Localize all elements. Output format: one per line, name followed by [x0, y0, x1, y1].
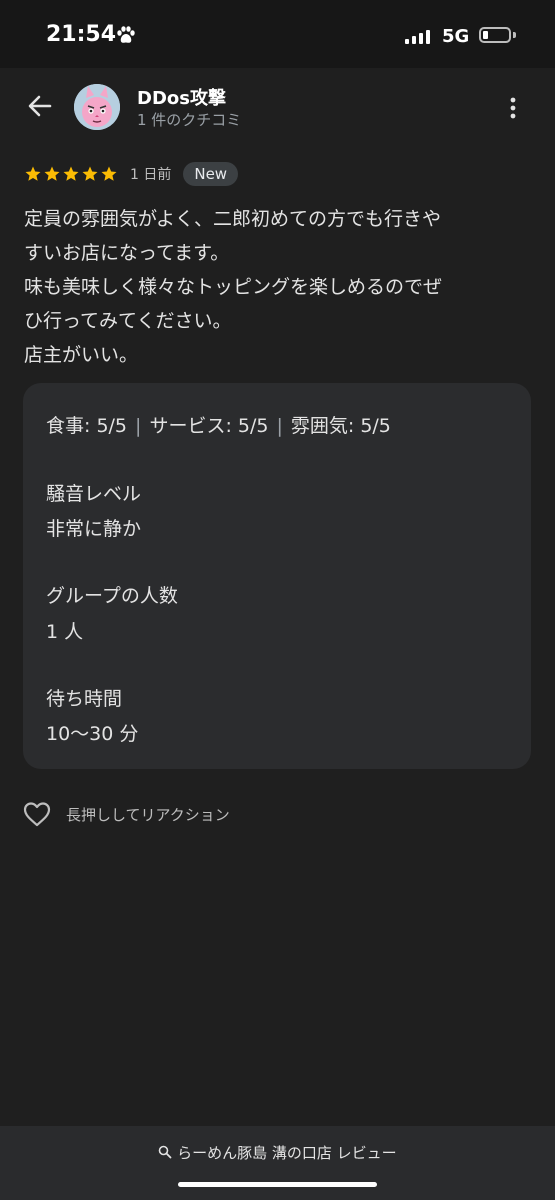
review-text-line: 定員の雰囲気がよく、二郎初めての方でも行きや [24, 208, 442, 230]
author-name[interactable]: DDos攻撃 [137, 84, 226, 110]
review-text: 定員の雰囲気がよく、二郎初めての方でも行きや すいお店になってます。 味も美味し… [24, 202, 539, 372]
score-separator: | [135, 415, 142, 437]
review-details-card: 食事: 5/5 | サービス: 5/5 | 雰囲気: 5/5 騒音レベル 非常に静か グ… [23, 383, 531, 769]
noise-level-value: 非常に静か [46, 518, 142, 540]
reaction-button[interactable]: 長押ししてリアクション [22, 800, 230, 828]
review-text-line: 味も美味しく様々なトッピングを楽しめるのでぜ [24, 276, 443, 298]
search-icon [159, 1145, 172, 1159]
review-text-line: すいお店になってます。 [24, 242, 230, 264]
noise-level-heading: 騒音レベル [46, 483, 142, 505]
battery-tip [513, 32, 516, 38]
star-icon [25, 166, 41, 181]
score-line: 食事: 5/5 | サービス: 5/5 | 雰囲気: 5/5 [46, 411, 391, 438]
status-bar: 21:54 5G [0, 0, 555, 68]
new-badge: New [183, 162, 239, 186]
wait-time-value: 10〜30 分 [46, 723, 139, 745]
food-score: 食事: 5/5 [46, 415, 128, 437]
atmosphere-score: 雰囲気: 5/5 [290, 415, 391, 437]
star-icon [101, 166, 117, 181]
review-text-line: 店主がいい。 [24, 344, 139, 366]
wait-time-heading: 待ち時間 [46, 688, 123, 710]
reaction-label: 長押ししてリアクション [66, 805, 230, 824]
group-size-value: 1 人 [46, 621, 84, 643]
review-header: DDos攻撃 1 件のクチコミ [0, 68, 555, 148]
score-separator: | [276, 415, 283, 437]
back-arrow-icon[interactable] [26, 92, 54, 120]
bottom-search-bar[interactable]: らーめん豚島 溝の口店 レビュー [0, 1126, 555, 1200]
more-options-icon[interactable] [508, 96, 518, 120]
star-icon [44, 166, 60, 181]
status-time: 21:54 [46, 22, 117, 47]
home-indicator[interactable] [178, 1182, 377, 1187]
bottom-search-row[interactable]: らーめん豚島 溝の口店 レビュー [0, 1142, 555, 1163]
star-icon [82, 166, 98, 181]
avatar[interactable] [74, 84, 120, 130]
star-rating [24, 165, 118, 183]
group-size-heading: グループの人数 [46, 585, 178, 607]
star-icon [63, 166, 79, 181]
review-date: 1 日前 [130, 167, 172, 183]
service-score: サービス: 5/5 [149, 415, 269, 437]
review-text-line: ひ行ってみてください。 [24, 310, 232, 332]
search-query[interactable]: らーめん豚島 溝の口店 レビュー [177, 1144, 397, 1162]
network-type: 5G [442, 26, 470, 47]
avatar-cat-icon [74, 84, 120, 130]
rating-row: 1 日前 New [24, 162, 239, 186]
heart-icon[interactable] [22, 800, 52, 828]
paw-icon [117, 26, 135, 43]
author-review-count: 1 件のクチコミ [137, 111, 242, 129]
signal-icon [405, 30, 430, 44]
battery-icon [479, 27, 511, 43]
